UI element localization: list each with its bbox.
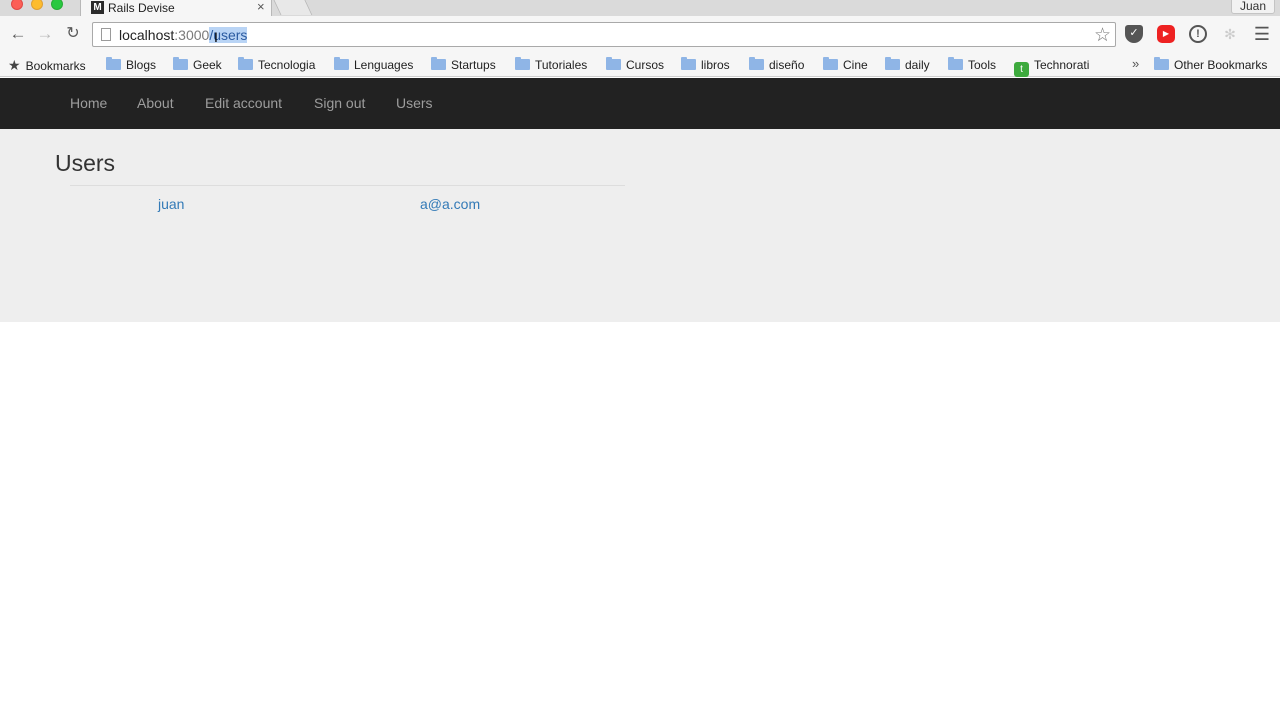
folder-icon — [238, 57, 253, 70]
main-content: Users juan a@a.com — [0, 129, 1280, 322]
reload-icon[interactable]: ↻ — [63, 24, 83, 44]
bookmark-folder-cine[interactable]: Cine — [823, 56, 868, 74]
browser-tab[interactable]: M Rails Devise × — [80, 0, 272, 16]
folder-icon — [681, 57, 696, 70]
bookmark-folder-geek[interactable]: Geek — [173, 56, 222, 74]
tab-title: Rails Devise — [108, 1, 175, 15]
bookmarks-bar: ★ Bookmarks Blogs Geek Tecnologia Lenguag… — [0, 52, 1280, 77]
bookmark-label: Geek — [193, 58, 222, 72]
zoom-window-button[interactable] — [51, 0, 63, 10]
bookmark-folder-tecnologia[interactable]: Tecnologia — [238, 56, 315, 74]
nav-link-about[interactable]: About — [137, 95, 174, 111]
table-divider — [70, 185, 625, 186]
address-host: localhost — [119, 27, 175, 43]
text-cursor-icon: I — [214, 29, 218, 45]
address-text[interactable]: localhost:3000/users — [119, 27, 248, 43]
folder-icon — [606, 57, 621, 70]
bookmark-label: Cursos — [626, 58, 665, 72]
bookmark-label: daily — [905, 58, 930, 72]
info-extension-icon[interactable]: ! — [1189, 25, 1207, 43]
page-title: Users — [55, 150, 116, 176]
close-window-button[interactable] — [11, 0, 23, 10]
extension-loading-icon[interactable]: ✻ — [1221, 25, 1239, 43]
bookmark-folder-cursos[interactable]: Cursos — [606, 56, 664, 74]
star-icon: ★ — [8, 57, 21, 73]
folder-icon — [823, 57, 838, 70]
folder-icon — [885, 57, 900, 70]
bookmark-folder-blogs[interactable]: Blogs — [106, 56, 156, 74]
bookmark-folder-tools[interactable]: Tools — [948, 56, 996, 74]
back-arrow-icon[interactable]: ← — [8, 24, 28, 44]
bookmark-technorati[interactable]: t Technorati — [1014, 56, 1090, 77]
bookmark-folder-daily[interactable]: daily — [885, 56, 930, 74]
bookmark-label: Lenguages — [354, 58, 414, 72]
bookmark-folder-diseno[interactable]: diseño — [749, 56, 804, 74]
folder-icon — [431, 57, 446, 70]
nav-link-edit-account[interactable]: Edit account — [205, 95, 282, 111]
technorati-icon: t — [1014, 62, 1029, 77]
bookmark-label: diseño — [769, 58, 805, 72]
tab-strip: M Rails Devise × Juan — [0, 0, 1280, 16]
folder-icon — [948, 57, 963, 70]
forward-arrow-icon[interactable]: → — [35, 24, 55, 44]
bookmark-folder-tutoriales[interactable]: Tutoriales — [515, 56, 587, 74]
address-port: :3000 — [174, 27, 210, 43]
bookmark-folder-lenguages[interactable]: Lenguages — [334, 56, 413, 74]
hamburger-menu-icon[interactable]: ☰ — [1253, 25, 1271, 43]
nav-link-sign-out[interactable]: Sign out — [314, 95, 365, 111]
bookmark-label: libros — [701, 58, 730, 72]
folder-icon — [749, 57, 764, 70]
bookmark-folder-libros[interactable]: libros — [681, 56, 730, 74]
bookmark-label: Cine — [843, 58, 868, 72]
folder-icon — [334, 57, 349, 70]
new-tab-button[interactable] — [271, 0, 313, 15]
user-name-link[interactable]: juan — [158, 196, 184, 212]
pocket-icon[interactable]: ✓ — [1125, 25, 1143, 43]
site-navbar: Home About Edit account Sign out Users — [0, 78, 1280, 129]
nav-link-users[interactable]: Users — [396, 95, 433, 111]
folder-icon — [515, 57, 530, 70]
bookmark-label: Technorati — [1034, 58, 1090, 72]
folder-icon — [106, 57, 121, 70]
bookmark-label: Startups — [451, 58, 496, 72]
youtube-extension-icon[interactable]: ▶ — [1157, 25, 1175, 43]
nav-link-home[interactable]: Home — [70, 95, 107, 111]
bookmark-label: Tutoriales — [535, 58, 588, 72]
bookmark-folder-startups[interactable]: Startups — [431, 56, 496, 74]
minimize-window-button[interactable] — [31, 0, 43, 10]
bookmark-label: Tools — [968, 58, 997, 72]
bookmark-folder-other[interactable]: Other Bookmarks — [1154, 56, 1267, 74]
profile-button[interactable]: Juan — [1231, 0, 1275, 14]
bookmark-bookmarks[interactable]: ★ Bookmarks — [8, 56, 86, 74]
tab-close-icon[interactable]: × — [257, 0, 265, 14]
bookmark-label: Other Bookmarks — [1174, 58, 1268, 72]
bookmark-label: Blogs — [126, 58, 157, 72]
page-icon — [101, 28, 111, 41]
bookmarks-overflow-icon[interactable]: » — [1132, 56, 1139, 71]
bookmark-label: Tecnologia — [258, 58, 316, 72]
user-email-link[interactable]: a@a.com — [420, 196, 480, 212]
tab-favicon-icon: M — [91, 1, 104, 14]
bookmark-star-icon[interactable]: ☆ — [1094, 24, 1111, 47]
folder-icon — [1154, 57, 1169, 70]
browser-toolbar: ← → ↻ localhost:3000/users ☆ ✓ ▶ ! ✻ ☰ — [0, 16, 1280, 52]
address-bar[interactable]: localhost:3000/users ☆ — [92, 22, 1116, 47]
bookmark-label: Bookmarks — [25, 59, 86, 73]
folder-icon — [173, 57, 188, 70]
